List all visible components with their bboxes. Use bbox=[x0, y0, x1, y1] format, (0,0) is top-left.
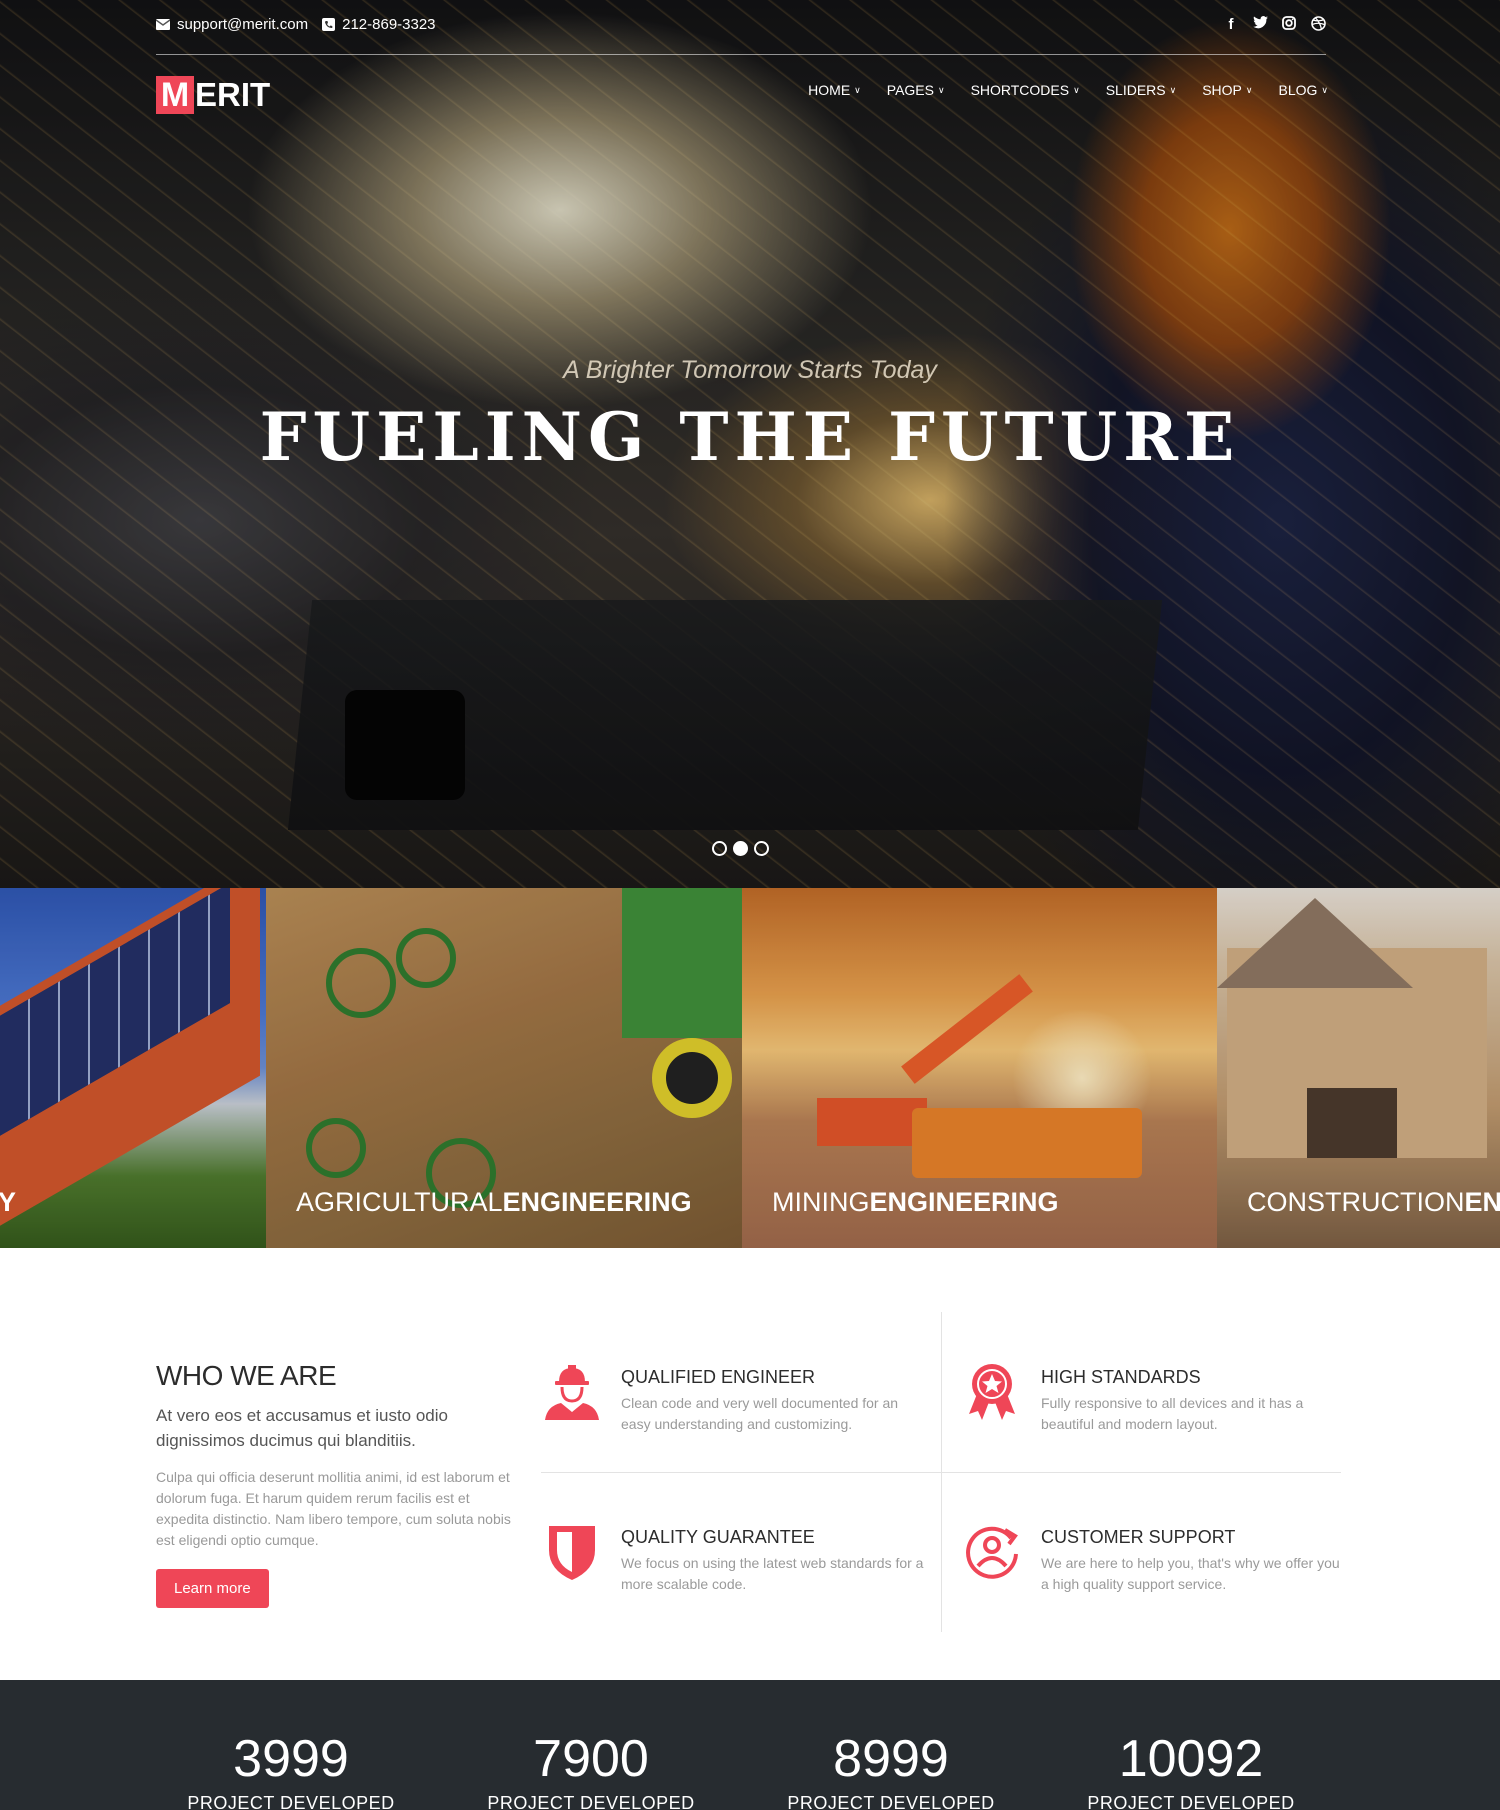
hero-subtitle: A Brighter Tomorrow Starts Today bbox=[563, 356, 937, 384]
feature-description: We focus on using the latest web standar… bbox=[621, 1555, 924, 1592]
stat-value: 3999 bbox=[233, 1730, 349, 1788]
slider-dot-1[interactable] bbox=[712, 841, 727, 856]
stat-value: 7900 bbox=[533, 1730, 649, 1788]
stat-label: PROJECT DEVELOPED bbox=[487, 1793, 695, 1810]
features-grid: QUALIFIED ENGINEER Clean code and very w… bbox=[541, 1312, 1341, 1632]
feature-title: CUSTOMER SUPPORT bbox=[1041, 1527, 1236, 1547]
customer-support-icon bbox=[961, 1520, 1023, 1582]
feature-description: We are here to help you, that's why we o… bbox=[1041, 1555, 1340, 1592]
nav-pages[interactable]: PAGES ∨ bbox=[887, 82, 945, 98]
phone-icon bbox=[322, 18, 336, 31]
stat-counter: 7900 PROJECT DEVELOPED bbox=[441, 1680, 741, 1810]
feature-high-standards: HIGH STANDARDS Fully responsive to all d… bbox=[961, 1312, 1361, 1472]
chevron-down-icon: ∨ bbox=[1321, 84, 1328, 95]
email-link[interactable]: support@merit.com bbox=[156, 16, 308, 33]
feature-title: QUALITY GUARANTEE bbox=[621, 1527, 815, 1547]
chevron-down-icon: ∨ bbox=[1245, 84, 1253, 95]
stat-label: PROJECT DEVELOPED bbox=[787, 1793, 995, 1810]
instagram-icon[interactable] bbox=[1281, 16, 1297, 35]
stat-counter: 8999 PROJECT DEVELOPED bbox=[741, 1680, 1041, 1810]
feature-description: Clean code and very well documented for … bbox=[621, 1395, 899, 1432]
nav-blog[interactable]: BLOG ∨ bbox=[1279, 82, 1329, 98]
nav-shortcodes[interactable]: SHORTCODES ∨ bbox=[971, 82, 1080, 98]
facebook-icon[interactable]: f bbox=[1223, 16, 1239, 35]
main-navigation: HOME ∨ PAGES ∨ SHORTCODES ∨ SLIDERS ∨ SHOP ∨ … bbox=[808, 82, 1328, 98]
dribbble-icon[interactable] bbox=[1310, 16, 1326, 35]
slider-dot-3[interactable] bbox=[754, 841, 769, 856]
feature-quality-guarantee: QUALITY GUARANTEE We focus on using the … bbox=[541, 1472, 941, 1632]
chevron-down-icon: ∨ bbox=[1073, 84, 1080, 95]
top-bar: support@merit.com 212-869-3323 f bbox=[156, 16, 1326, 54]
section-body: Culpa qui officia deserunt mollitia anim… bbox=[156, 1469, 511, 1548]
category-label: MININGENGINEERING bbox=[772, 1187, 1059, 1217]
category-label: CONSTRUCTIONEN bbox=[1247, 1187, 1500, 1217]
feature-title: HIGH STANDARDS bbox=[1041, 1367, 1201, 1387]
category-tile-solar[interactable]: Y bbox=[0, 888, 266, 1248]
chevron-down-icon: ∨ bbox=[1169, 84, 1177, 95]
award-badge-icon bbox=[961, 1360, 1023, 1422]
site-logo[interactable]: M ERIT bbox=[156, 76, 270, 114]
nav-sliders[interactable]: SLIDERS ∨ bbox=[1106, 82, 1177, 98]
category-carousel: Y AGRICULTURALENGINEERING MININGENGINEER… bbox=[0, 888, 1500, 1248]
stat-value: 10092 bbox=[1118, 1730, 1264, 1788]
logo-wordmark: ERIT bbox=[195, 76, 271, 113]
engineer-icon bbox=[541, 1360, 603, 1422]
stat-value: 8999 bbox=[833, 1730, 949, 1788]
feature-customer-support: CUSTOMER SUPPORT We are here to help you… bbox=[961, 1472, 1361, 1632]
stat-counter: 10092 PROJECT DEVELOPED bbox=[1041, 1680, 1341, 1810]
email-text: support@merit.com bbox=[177, 16, 309, 33]
stat-label: PROJECT DEVELOPED bbox=[187, 1793, 395, 1810]
section-heading: WHO WE ARE bbox=[156, 1360, 337, 1391]
logo-initial: M bbox=[156, 76, 194, 114]
category-label: Y bbox=[0, 1187, 17, 1217]
section-lead: At vero eos et accusamus et iusto odio d… bbox=[156, 1406, 448, 1450]
category-tile-mining[interactable]: MININGENGINEERING bbox=[742, 888, 1217, 1248]
nav-home[interactable]: HOME ∨ bbox=[808, 82, 861, 98]
shield-icon bbox=[541, 1520, 603, 1582]
envelope-icon bbox=[156, 19, 170, 30]
stats-band: 3999 PROJECT DEVELOPED 7900 PROJECT DEVE… bbox=[0, 1680, 1500, 1810]
category-tile-construction[interactable]: CONSTRUCTIONEN bbox=[1217, 888, 1500, 1248]
stat-label: PROJECT DEVELOPED bbox=[1087, 1793, 1295, 1810]
feature-description: Fully responsive to all devices and it h… bbox=[1041, 1395, 1304, 1432]
phone-link[interactable]: 212-869-3323 bbox=[322, 16, 436, 33]
hero-title: FUELING THE FUTURE bbox=[259, 398, 1241, 476]
category-tile-agricultural[interactable]: AGRICULTURALENGINEERING bbox=[266, 888, 742, 1248]
who-we-are-section: WHO WE ARE At vero eos et accusamus et i… bbox=[156, 1360, 516, 1608]
learn-more-button[interactable]: Learn more bbox=[156, 1569, 269, 1608]
feature-qualified-engineer: QUALIFIED ENGINEER Clean code and very w… bbox=[541, 1312, 941, 1472]
nav-shop[interactable]: SHOP ∨ bbox=[1202, 82, 1252, 98]
hero-slider: support@merit.com 212-869-3323 f M ERIT … bbox=[0, 0, 1500, 888]
chevron-down-icon: ∨ bbox=[937, 84, 945, 95]
phone-text: 212-869-3323 bbox=[342, 16, 436, 33]
category-label: AGRICULTURALENGINEERING bbox=[296, 1187, 692, 1217]
contact-info: support@merit.com 212-869-3323 bbox=[156, 16, 436, 33]
slider-pagination bbox=[712, 841, 769, 856]
twitter-icon[interactable] bbox=[1252, 16, 1268, 35]
feature-title: QUALIFIED ENGINEER bbox=[621, 1367, 816, 1387]
slider-dot-2[interactable] bbox=[733, 841, 748, 856]
chevron-down-icon: ∨ bbox=[854, 84, 861, 95]
social-links: f bbox=[1223, 16, 1326, 35]
header-divider bbox=[156, 54, 1326, 55]
stat-counter: 3999 PROJECT DEVELOPED bbox=[141, 1680, 441, 1810]
